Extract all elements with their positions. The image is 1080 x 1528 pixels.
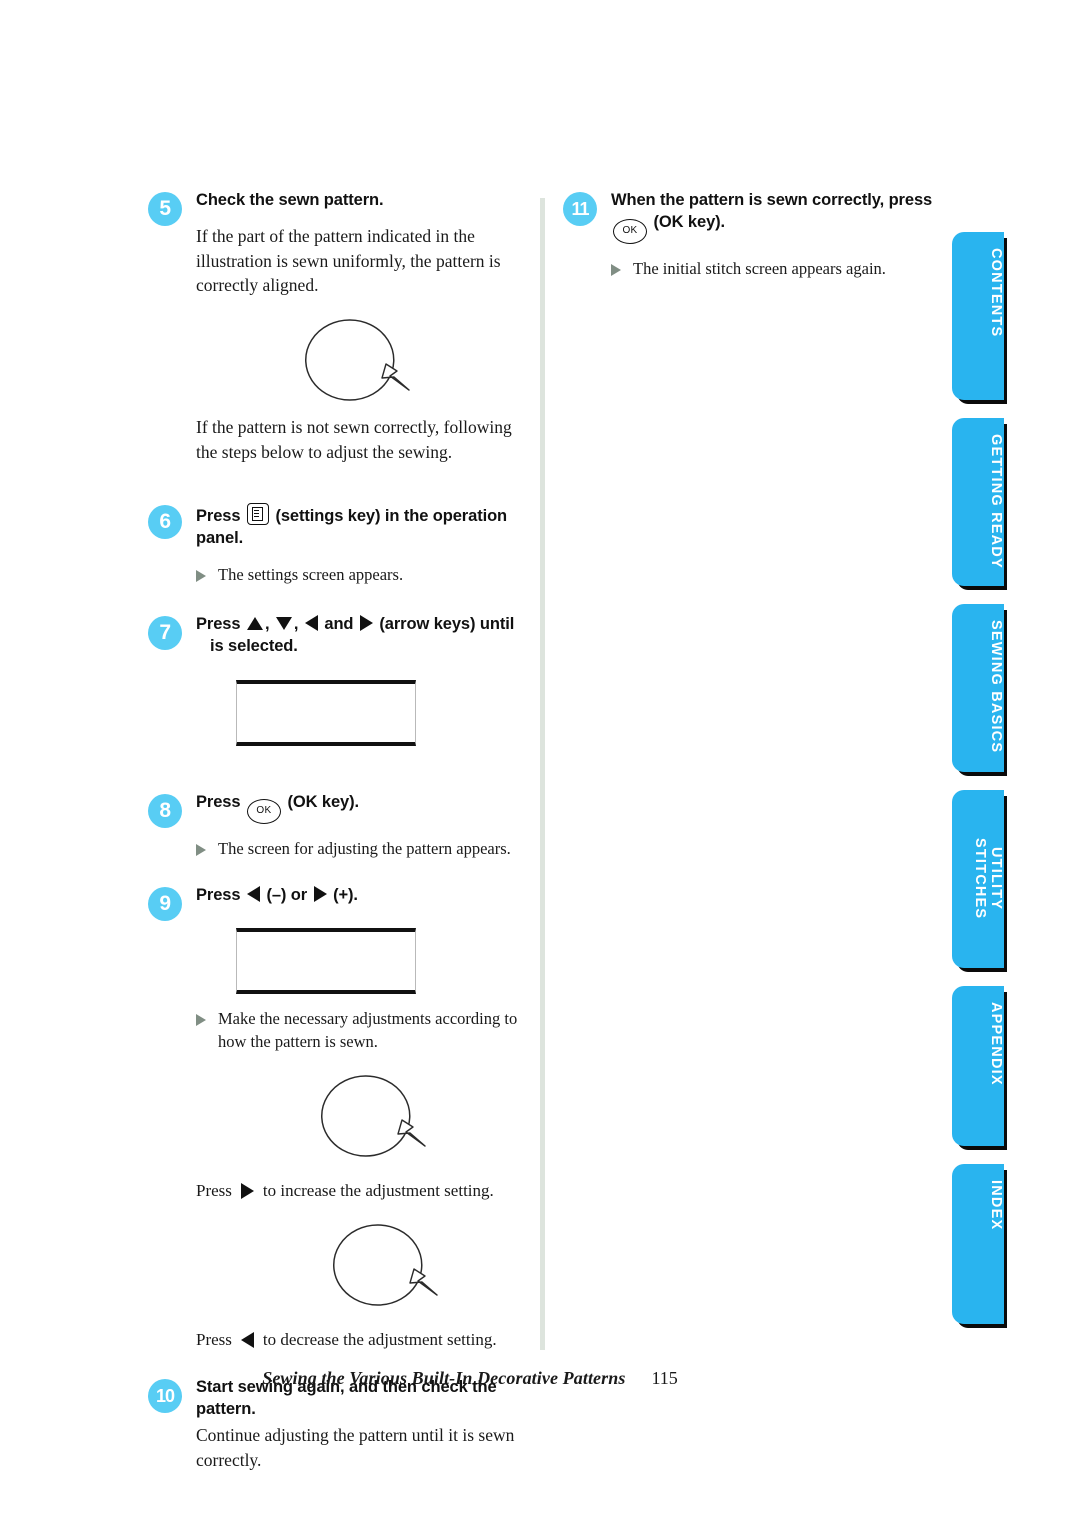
side-tab-appendix-label: APPENDIX [988, 1002, 1004, 1086]
up-arrow-icon [246, 617, 263, 631]
footer-inner: Sewing the Various Built-In Decorative P… [262, 1368, 678, 1389]
adjustment-screen-illustration-2 [236, 928, 416, 995]
step-11-title-line1: When the pattern is sewn correctly, pres… [611, 191, 933, 209]
adjustment-illustration-decrease [286, 1221, 526, 1314]
step-9-result: Make the necessary adjustments according… [196, 1008, 526, 1054]
step-6-result: The settings screen appears. [196, 564, 526, 587]
footer-section-title: Sewing the Various Built-In Decorative P… [262, 1368, 626, 1388]
step-11-title: When the pattern is sewn correctly, pres… [611, 190, 933, 244]
step-7-badge: 7 [148, 616, 182, 651]
right-arrow-icon [313, 885, 327, 902]
left-arrow-icon [246, 885, 260, 902]
result-triangle-icon [196, 843, 206, 856]
step-5-badge: 5 [148, 192, 182, 226]
step-6: 6 Press (settings key) in the operation … [148, 502, 526, 587]
step-9-minus-label: (–) or [266, 885, 308, 904]
step-9-title-prefix: Press [196, 885, 241, 904]
footer-page-number: 115 [651, 1368, 678, 1388]
step-9-title: Press (–) or (+). [196, 885, 526, 907]
side-tab-utility-stitches-label: UTILITY STITCHES [972, 838, 1004, 920]
side-tab-contents[interactable]: CONTENTS [952, 232, 1004, 400]
settings-key-icon [246, 502, 269, 525]
side-tab-appendix[interactable]: APPENDIX [952, 986, 1004, 1146]
side-tab-getting-ready[interactable]: GETTING READY [952, 418, 1004, 586]
step-6-title: Press (settings key) in the operation pa… [196, 502, 526, 550]
page-footer: Sewing the Various Built-In Decorative P… [0, 1368, 1080, 1389]
step-9-result-text: Make the necessary adjustments according… [218, 1009, 518, 1052]
step-5-paragraph-1: If the part of the pattern indicated in … [196, 225, 501, 296]
side-tab-index[interactable]: INDEX [952, 1164, 1004, 1324]
side-tab-utility-stitches[interactable]: UTILITY STITCHES [952, 790, 1004, 968]
left-arrow-icon [304, 615, 318, 632]
right-arrow-icon [240, 1182, 254, 1199]
caption-increase-prefix: Press [196, 1180, 232, 1200]
step-6-badge: 6 [148, 504, 182, 539]
speech-bubble-icon [321, 1075, 426, 1157]
step-11-result: The initial stitch screen appears again. [611, 258, 933, 281]
right-arrow-icon [359, 615, 373, 632]
side-tab-index-label: INDEX [988, 1180, 1004, 1231]
document-page: 5 Check the sewn pattern. If the part of… [0, 0, 1080, 1528]
step-11-result-text: The initial stitch screen appears again. [633, 258, 886, 278]
caption-decrease-prefix: Press [196, 1329, 232, 1349]
side-tab-sewing-basics-label: SEWING BASICS [988, 620, 1004, 754]
step-5-title: Check the sewn pattern. [196, 191, 384, 209]
step-6-title-prefix: Press [196, 506, 241, 525]
side-tab-contents-label: CONTENTS [988, 248, 1004, 338]
right-column: 11 When the pattern is sewn correctly, p… [563, 190, 933, 285]
step-8-title-prefix: Press [196, 792, 241, 811]
step-8-title-suffix: (OK key). [287, 792, 359, 811]
step-7-title-prefix: Press [196, 615, 241, 634]
step-11: 11 When the pattern is sewn correctly, p… [563, 190, 933, 281]
speech-bubble-icon [305, 319, 410, 402]
side-tab-navigation: CONTENTS GETTING READY SEWING BASICS UTI… [952, 232, 1008, 1342]
result-triangle-icon [196, 569, 206, 582]
step-8: 8 Press OK (OK key). The screen for adju… [148, 792, 526, 861]
step-7-conjunction: and [324, 615, 354, 634]
ok-key-icon: OK [246, 798, 281, 824]
step-7: 7 Press , , and (arrow keys) until is se… [148, 614, 526, 746]
settings-screen-illustration-1 [236, 679, 416, 746]
step-7-title-middle: (arrow keys) until [379, 615, 515, 634]
sewn-pattern-illustration-1 [258, 316, 526, 409]
step-5: 5 Check the sewn pattern. If the part of… [148, 190, 526, 465]
step-6-result-text: The settings screen appears. [218, 564, 404, 584]
step-8-badge: 8 [148, 793, 182, 828]
step-10: 10 Start sewing again, and then check th… [148, 1377, 526, 1472]
step-10-paragraph: Continue adjusting the pattern until it … [196, 1425, 515, 1470]
column-divider [540, 198, 545, 1350]
step-9-plus-label: (+). [333, 885, 358, 904]
step-8-result-text: The screen for adjusting the pattern app… [218, 838, 511, 858]
caption-decrease-suffix: to decrease the adjustment setting. [262, 1329, 497, 1349]
down-arrow-icon [275, 617, 292, 631]
result-triangle-icon [611, 263, 621, 276]
side-tab-sewing-basics[interactable]: SEWING BASICS [952, 604, 1004, 772]
adjustment-illustration-increase [274, 1072, 526, 1165]
caption-increase-suffix: to increase the adjustment setting. [262, 1180, 494, 1200]
speech-bubble-icon [333, 1223, 438, 1306]
step-11-badge: 11 [563, 192, 597, 226]
left-column: 5 Check the sewn pattern. If the part of… [148, 190, 526, 1477]
left-arrow-icon [240, 1331, 254, 1348]
step-6-title-suffix: (settings key) in the operation panel. [196, 506, 508, 547]
step-7-title-suffix: is selected. [210, 637, 298, 656]
caption-decrease: Press to decrease the adjustment setting… [196, 1328, 526, 1352]
ok-key-icon: OK [613, 218, 647, 244]
step-11-title-line2: (OK key). [653, 212, 726, 231]
caption-increase: Press to increase the adjustment setting… [196, 1179, 526, 1203]
step-9: 9 Press (–) or (+). Make the necessary a… [148, 885, 526, 1352]
step-9-badge: 9 [148, 886, 182, 921]
step-5-paragraph-2: If the pattern is not sewn correctly, fo… [196, 417, 512, 463]
step-8-result: The screen for adjusting the pattern app… [196, 838, 526, 861]
result-triangle-icon [196, 1014, 206, 1027]
step-7-title: Press , , and (arrow keys) until is sele… [196, 614, 526, 658]
step-8-title: Press OK (OK key). [196, 792, 526, 824]
side-tab-getting-ready-label: GETTING READY [988, 434, 1004, 569]
